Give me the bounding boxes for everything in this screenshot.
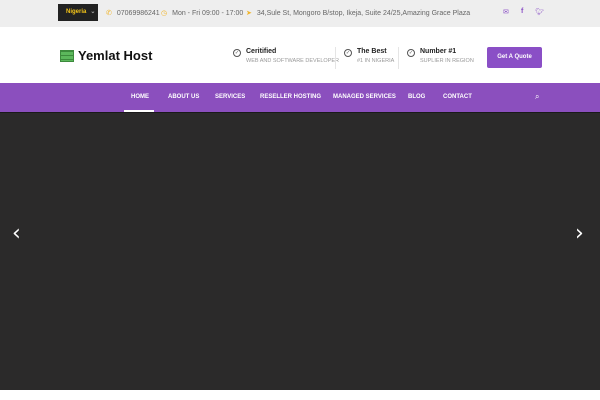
address-info: ➤ 34,Sule St, Mongoro B/stop, Ikeja, Suit… xyxy=(246,9,471,18)
feature-title: Number #1 xyxy=(420,48,457,55)
location-arrow-icon: ➤ xyxy=(246,10,252,17)
nav-services[interactable]: SERVICES xyxy=(215,94,245,100)
email-icon[interactable]: ✉ xyxy=(503,8,509,16)
twitter-icon[interactable]: 🐦︎ xyxy=(535,8,544,16)
nav-contact[interactable]: CONTACT xyxy=(443,94,472,100)
nav-reseller-hosting[interactable]: RESELLER HOSTING xyxy=(260,94,321,100)
server-icon xyxy=(60,49,74,62)
feature-certified: ✓ Ceritified WEB AND SOFTWARE DEVELOPER xyxy=(233,48,339,64)
divider xyxy=(335,47,336,69)
hours-info: ◷ Mon - Fri 09:00 - 17:00 xyxy=(161,9,244,18)
feature-number-one: ✓ Number #1 SUPLIER IN REGION xyxy=(407,48,474,64)
feature-subtitle: SUPLIER IN REGION xyxy=(420,58,474,64)
get-quote-button[interactable]: Get A Quote xyxy=(487,47,542,68)
language-select[interactable]: Nigeria ⌄ xyxy=(58,4,98,21)
hours-text: Mon - Fri 09:00 - 17:00 xyxy=(172,9,244,17)
language-label: Nigeria xyxy=(66,9,87,15)
hero-slider: ‹ › xyxy=(0,112,600,390)
facebook-icon[interactable]: f xyxy=(521,8,523,15)
address-text: 34,Sule St, Mongoro B/stop, Ikeja, Suite… xyxy=(256,9,471,17)
logo[interactable]: Yemlat Host xyxy=(60,48,152,63)
nav-about-us[interactable]: ABOUT US xyxy=(168,94,199,100)
feature-subtitle: #1 IN NIGERIA xyxy=(357,58,395,64)
clock-icon: ◷ xyxy=(161,10,168,17)
phone-text: 07069986241 xyxy=(116,9,160,17)
nav-blog[interactable]: BLOG xyxy=(408,94,425,100)
check-circle-icon: ✓ xyxy=(407,49,415,57)
logo-text: Yemlat Host xyxy=(78,48,153,63)
nav-home[interactable]: HOME xyxy=(131,94,149,100)
top-bar: Nigeria ⌄ ✆ 07069986241 ◷ Mon - Fri 09:00 -… xyxy=(0,0,600,27)
search-icon[interactable]: ⌕ xyxy=(535,92,539,102)
feature-title: The Best xyxy=(357,48,387,55)
divider xyxy=(398,47,399,69)
feature-subtitle: WEB AND SOFTWARE DEVELOPER xyxy=(246,58,340,64)
phone-icon: ✆ xyxy=(106,10,112,17)
phone-info: ✆ 07069986241 xyxy=(106,9,160,18)
page-bottom xyxy=(0,390,600,400)
chevron-left-icon[interactable]: ‹ xyxy=(12,223,21,245)
nav-managed-services[interactable]: MANAGED SERVICES xyxy=(333,94,396,100)
main-nav: HOME ABOUT US SERVICES RESELLER HOSTING … xyxy=(0,83,600,112)
feature-title: Ceritified xyxy=(246,48,277,55)
chevron-right-icon[interactable]: › xyxy=(575,223,584,245)
feature-best: ✓ The Best #1 IN NIGERIA xyxy=(344,48,394,64)
header: Yemlat Host ✓ Ceritified WEB AND SOFTWARE … xyxy=(0,27,600,83)
chevron-down-icon: ⌄ xyxy=(90,9,96,15)
check-circle-icon: ✓ xyxy=(344,49,352,57)
check-circle-icon: ✓ xyxy=(233,49,241,57)
